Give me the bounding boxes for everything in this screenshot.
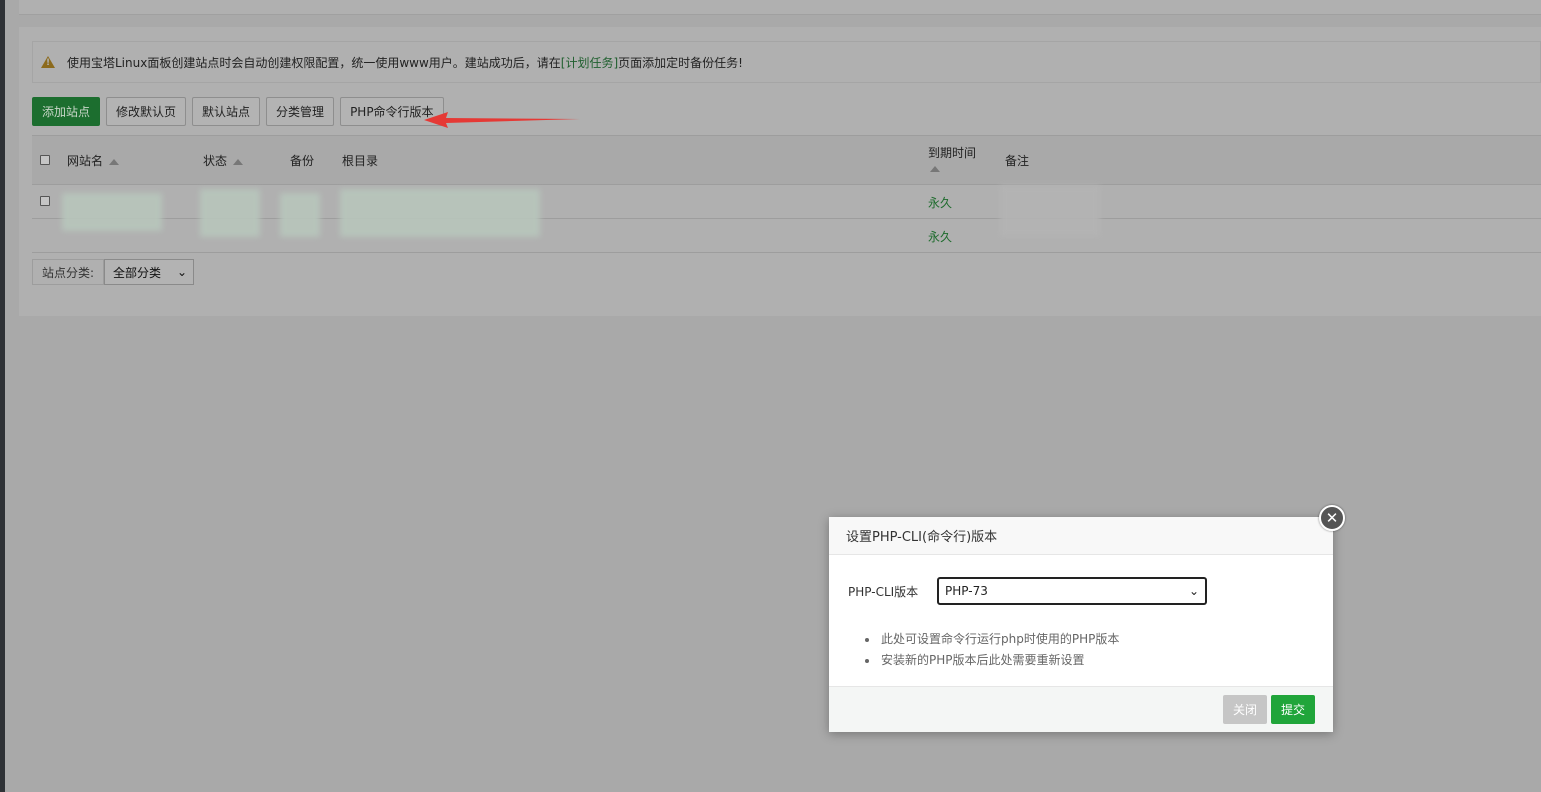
category-select-value: 全部分类 (113, 265, 162, 280)
modal-title: 设置PHP-CLI(命令行)版本 (829, 517, 1333, 555)
default-site-button[interactable]: 默认站点 (192, 97, 261, 126)
close-icon[interactable]: ✕ (1319, 505, 1345, 531)
tip-item: 此处可设置命令行运行php时使用的PHP版本 (863, 629, 1119, 650)
sort-icon (930, 165, 940, 172)
edit-default-page-button[interactable]: 修改默认页 (106, 97, 187, 126)
cron-task-link[interactable]: [计划任务] (561, 54, 618, 71)
category-select[interactable]: 全部分类 ⌄ (104, 259, 195, 285)
add-site-button[interactable]: 添加站点 (32, 97, 101, 126)
tip-item: 安装新的PHP版本后此处需要重新设置 (863, 650, 1119, 671)
header-remark: 备注 (1005, 154, 1030, 168)
row-checkbox[interactable] (40, 196, 50, 206)
annotation-arrow (424, 112, 580, 128)
php-cli-label: PHP-CLI版本 (848, 584, 919, 599)
header-expire[interactable]: 到期时间 (928, 144, 976, 175)
modal-tips: 此处可设置命令行运行php时使用的PHP版本 安装新的PHP版本后此处需要重新设… (863, 629, 1119, 671)
alert-text-after: 页面添加定时备份任务! (618, 55, 743, 70)
header-site-name[interactable]: 网站名 (67, 152, 120, 169)
chevron-down-icon: ⌄ (1188, 584, 1199, 598)
top-panel (19, 0, 1541, 15)
expire-value[interactable]: 永久 (928, 194, 952, 211)
submit-button[interactable]: 提交 (1271, 695, 1316, 724)
category-manage-button[interactable]: 分类管理 (266, 97, 335, 126)
info-alert: ! 使用宝塔Linux面板创建站点时会自动创建权限配置，统一使用www用户。建站… (32, 41, 1541, 83)
table-header: 网站名 状态 备份 根目录 到期时间 备注 (32, 135, 1541, 185)
header-status[interactable]: 状态 (203, 152, 244, 169)
expire-value[interactable]: 永久 (928, 228, 952, 245)
select-all-checkbox[interactable] (40, 155, 50, 165)
close-button[interactable]: 关闭 (1223, 695, 1268, 724)
header-root-dir: 根目录 (342, 154, 379, 168)
category-filter: 站点分类: 全部分类 ⌄ (32, 259, 195, 285)
left-sidebar-edge (0, 0, 5, 792)
php-cli-form-row: PHP-CLI版本 PHP-73 ⌄ (848, 577, 1207, 605)
table-row: 永久 (32, 185, 1541, 237)
alert-text-before: 使用宝塔Linux面板创建站点时会自动创建权限配置，统一使用www用户。建站成功… (67, 55, 561, 70)
site-table: 网站名 状态 备份 根目录 到期时间 备注 永久 永久 (32, 135, 1541, 253)
modal-footer: 关闭 提交 (829, 686, 1333, 732)
chevron-down-icon: ⌄ (176, 265, 188, 279)
table-row: 永久 (32, 219, 1541, 253)
php-cli-version-value: PHP-73 (945, 584, 988, 598)
header-backup: 备份 (290, 154, 315, 168)
warning-icon: ! (41, 56, 55, 68)
sort-icon (109, 158, 120, 165)
php-cli-modal: 设置PHP-CLI(命令行)版本 ✕ PHP-CLI版本 PHP-73 ⌄ 此处… (829, 505, 1345, 732)
site-toolbar: 添加站点 修改默认页 默认站点 分类管理 PHP命令行版本 (32, 97, 444, 126)
php-cli-version-select[interactable]: PHP-73 ⌄ (937, 577, 1207, 605)
sort-icon (233, 158, 244, 165)
category-filter-label: 站点分类: (32, 259, 105, 285)
site-management-panel: ! 使用宝塔Linux面板创建站点时会自动创建权限配置，统一使用www用户。建站… (19, 27, 1541, 316)
